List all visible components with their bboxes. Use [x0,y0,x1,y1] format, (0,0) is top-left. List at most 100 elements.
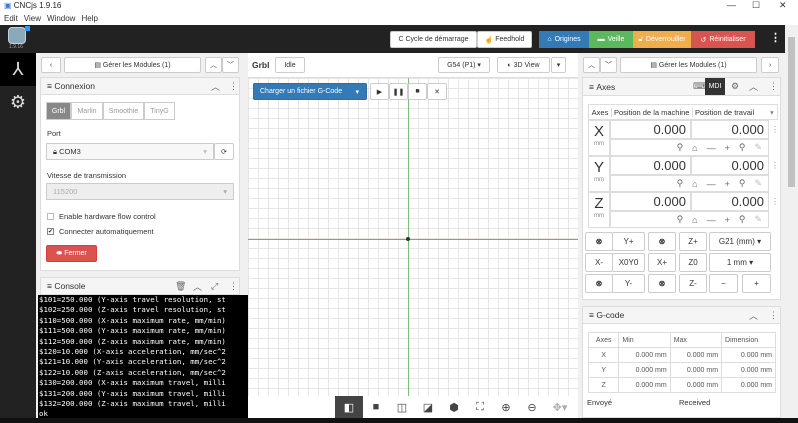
3d-view-cube-icon[interactable]: ◧ [335,396,363,418]
scrollbar-thumb[interactable] [788,37,795,187]
go-to-zero-icon[interactable]: ⚲ [677,214,684,225]
set-zero-icon[interactable]: ⚲ [739,214,746,225]
auto-connect-option[interactable]: ✔ Connecter automatiquement [47,227,154,236]
step-dropdown[interactable]: 1 mm ▾ [709,253,771,272]
jog-xminus-yplus-button[interactable]: ⊗ [585,232,613,251]
hw-flow-checkbox[interactable] [47,213,54,220]
minus-icon[interactable]: — [707,215,716,225]
close-window-button[interactable]: ✕ [779,0,787,11]
collapse-icon[interactable]: ︿ [193,280,202,293]
cncjs-logo[interactable] [8,27,26,44]
jog-yplus-button[interactable]: Y+ [612,232,645,251]
set-zero-icon[interactable]: ⚲ [739,178,746,189]
tab-smoothie[interactable]: Smoothie [103,102,144,120]
go-to-zero-icon[interactable]: ⚲ [677,142,684,153]
wcs-dropdown[interactable]: G54 (P1) ▾ [438,57,490,73]
tab-tinyg[interactable]: TinyG [144,102,175,120]
jog-zplus-button[interactable]: Z+ [679,232,707,251]
trash-icon[interactable]: 🗑︎ [175,281,186,292]
sidebar-item-workspace[interactable]: ⅄ [0,53,36,86]
set-zero-icon[interactable]: ⚲ [739,142,746,153]
units-dropdown[interactable]: G21 (mm) ▾ [709,232,771,251]
stop-button[interactable]: ■ [408,83,427,100]
minimize-button[interactable]: — [727,0,736,10]
unlock-button[interactable]: 🔓︎ Déverrouiller [633,31,691,48]
gear-icon[interactable]: ⚙ [731,81,739,92]
sleep-button[interactable]: ▬ Veille [589,31,633,48]
fit-view-icon[interactable]: ⛶ [467,401,493,414]
home-icon[interactable]: ⌂ [692,215,697,225]
right-view-icon[interactable]: ◪ [415,401,441,414]
scroll-down-button[interactable]: ﹀ [222,57,239,73]
jog-yminus-button[interactable]: Y- [612,274,645,293]
home-icon[interactable]: ⌂ [692,143,697,153]
3d-view-button[interactable]: ◐ 3D View [497,57,550,73]
go-to-zero-icon[interactable]: ⚲ [677,178,684,189]
more-options-icon[interactable]: ⋮ [770,31,781,44]
manage-modules-left-button[interactable]: ▤ Gérer les Modules (1) [64,57,201,73]
menu-view[interactable]: View [24,14,41,23]
pause-button[interactable]: ❚❚ [389,83,408,100]
pan-icon[interactable]: ✥▾ [545,401,575,414]
refresh-ports-button[interactable]: ⟳ [214,143,234,160]
close-gcode-button[interactable]: ✕ [427,83,447,100]
menu-icon[interactable]: ≡ [589,310,596,320]
minus-icon[interactable]: — [707,179,716,189]
console-output[interactable]: $101=250.000 (Y-axis travel resolution, … [38,295,248,418]
manage-modules-right-button[interactable]: ▤ Gérer les Modules (1) [620,57,757,73]
jog-xminus-yminus-button[interactable]: ⊗ [585,274,613,293]
edit-icon[interactable]: ✎ [754,142,762,153]
menu-help[interactable]: Help [81,14,97,23]
scroll-up-button[interactable]: ︿ [583,57,600,73]
load-gcode-button[interactable]: Charger un fichier G-Code ▾ [253,83,367,100]
maximize-button[interactable]: ☐ [752,0,760,11]
collapse-left-button[interactable]: ‹ [41,57,61,73]
cycle-start-button[interactable]: C Cycle de démarrage [390,31,477,48]
front-view-icon[interactable]: ◫ [389,401,415,414]
auto-connect-checkbox[interactable]: ✔ [47,228,54,235]
expand-icon[interactable]: ⤢ [211,281,218,292]
decrease-step-button[interactable]: − [709,274,738,293]
axis-more-icon[interactable]: ⋮ [771,161,779,170]
axis-more-icon[interactable]: ⋮ [771,125,779,134]
sidebar-item-settings[interactable]: ⚙ [0,86,36,119]
zoom-out-icon[interactable]: ⊖ [519,401,545,414]
menu-edit[interactable]: Edit [4,14,18,23]
menu-icon[interactable]: ≡ [47,281,54,291]
more-icon[interactable]: ⋮ [769,310,778,321]
edit-icon[interactable]: ✎ [754,178,762,189]
caret-down-icon[interactable]: ▾ [770,108,774,117]
axis-more-icon[interactable]: ⋮ [771,197,779,206]
feedhold-button[interactable]: ☝ Feedhold [477,31,532,48]
jog-xplus-button[interactable]: X+ [648,253,676,272]
scroll-up-button[interactable]: ︿ [205,57,222,73]
more-icon[interactable]: ⋮ [229,281,238,292]
jog-xplus-yminus-button[interactable]: ⊗ [648,274,676,293]
homing-button[interactable]: ⌂ Origines [539,31,589,48]
minus-icon[interactable]: — [707,143,716,153]
port-select[interactable]: 🔒︎ COM3 ▾ [46,143,214,160]
mdi-button[interactable]: MDI [705,78,725,95]
view-options-dropdown[interactable]: ▾ [551,57,566,73]
scrollbar[interactable] [785,25,798,418]
plus-icon[interactable]: + [725,215,730,225]
scroll-down-button[interactable]: ﹀ [600,57,617,73]
jog-xminus-button[interactable]: X- [585,253,613,272]
baud-select[interactable]: 115200 ▾ [46,183,234,200]
menu-window[interactable]: Window [47,14,75,23]
collapse-icon[interactable]: ︿ [211,80,220,93]
plus-icon[interactable]: + [725,143,730,153]
collapse-icon[interactable]: ︿ [749,80,758,93]
plus-icon[interactable]: + [725,179,730,189]
increase-step-button[interactable]: + [742,274,771,293]
hw-flow-option[interactable]: Enable hardware flow control [47,212,156,221]
collapse-icon[interactable]: ︿ [749,309,758,322]
go-to-x0y0-button[interactable]: X0Y0 [612,253,645,272]
tab-grbl[interactable]: Grbl [46,102,71,120]
isometric-view-icon[interactable]: ⬢ [441,401,467,414]
zoom-in-icon[interactable]: ⊕ [493,401,519,414]
reset-button[interactable]: ↺ Réinitialiser [691,31,755,48]
visualizer-canvas[interactable] [248,78,578,396]
more-icon[interactable]: ⋮ [229,81,238,92]
run-button[interactable]: ▶ [370,83,389,100]
